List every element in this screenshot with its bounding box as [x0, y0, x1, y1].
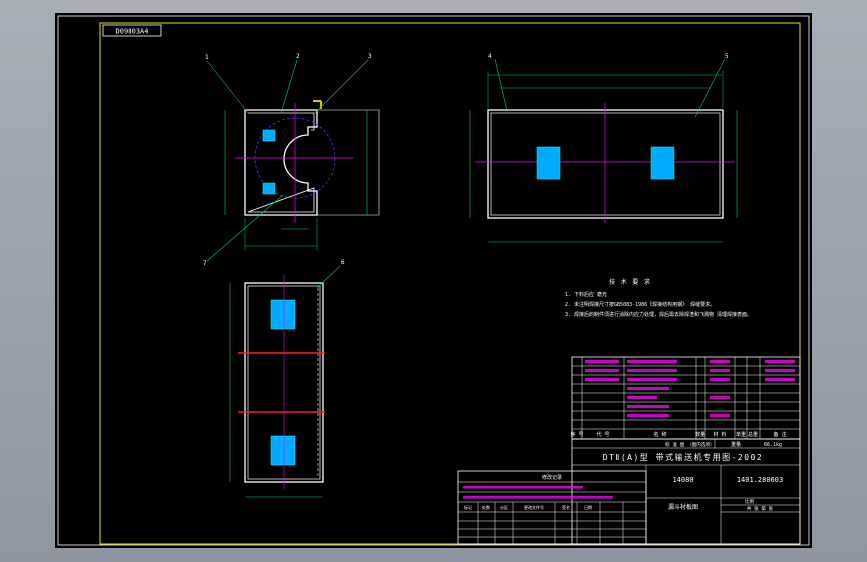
balloon-5: 5: [725, 53, 729, 60]
rev-header-doc: 更改文件号: [524, 504, 544, 510]
front-outline: [487, 109, 724, 219]
scale-label: 比例: [745, 498, 754, 505]
sheet-label: 共 张 第 张: [747, 505, 774, 512]
side-mesh-top: [270, 299, 296, 330]
plan-outline: [244, 109, 318, 216]
plan-inner-outline: [247, 112, 315, 213]
outer-frame: [57, 15, 810, 546]
note-1: 1. 下料后应 磨光: [565, 291, 607, 298]
standard-line: DTⅡ(A)型 带式输送机专用图-2002: [603, 452, 763, 462]
front-inner: [490, 112, 721, 216]
leader-2: [280, 59, 298, 114]
front-mesh-left: [536, 146, 561, 180]
notes-title: 技 术 要 求: [609, 278, 651, 286]
revision-block: 修改记录 标记 处数 分区 更改文件号 签名 日期: [457, 470, 647, 545]
parts-header-name: 名 称: [653, 431, 666, 438]
weight-value: 66.1kg: [764, 442, 782, 448]
drawing-number: D09Ⅱ03A4: [116, 28, 149, 36]
balloon-2: 2: [296, 53, 300, 60]
leader-6: [316, 265, 341, 289]
balloon-1: 1: [205, 54, 209, 61]
leader-4: [494, 58, 508, 112]
title-block: 标 准 图 （图内选项） 重量 66.1kg DTⅡ(A)型 带式输送机专用图-…: [571, 438, 801, 545]
technical-notes: 技 术 要 求 1. 下料后应 磨光 2. 未注明焊接尺寸按GB5083-198…: [565, 278, 752, 318]
leader-3: [314, 59, 369, 114]
part-balloons: 1 2 3 4 5 6 7: [203, 53, 729, 267]
product-code: 14080: [672, 476, 693, 484]
side-view: [229, 265, 341, 498]
drawing-sheet: D09Ⅱ03A4 1 2 3 4 5 6 7 技 术 要 求 1. 下料后应 磨…: [55, 13, 812, 548]
parts-header-remarks: 备 注: [773, 431, 786, 438]
rev-header-mark: 标记: [464, 504, 472, 510]
parts-header-unit-weight: 单重: [736, 431, 746, 438]
plan-mesh-1: [262, 129, 276, 142]
balloon-7: 7: [203, 260, 207, 267]
revision-title: 修改记录: [542, 474, 562, 481]
drawing-code: 1401.280603: [737, 476, 783, 484]
cad-drawing: D09Ⅱ03A4 1 2 3 4 5 6 7 技 术 要 求 1. 下料后应 磨…: [57, 15, 810, 546]
plan-flange-outline: [317, 109, 380, 216]
inner-frame: [99, 22, 801, 545]
parts-header-code: 代 号: [596, 431, 609, 438]
parts-header-no: 序 号: [570, 431, 583, 438]
rev-header-zone: 分区: [500, 504, 508, 510]
note-3: 3. 焊接后的制件须进行消除内应力处理，焊后需去除焊渣和飞溅物 清理焊接表面。: [565, 311, 752, 318]
rev-header-sign: 签名: [562, 504, 570, 510]
parts-header-material: 材 料: [713, 431, 726, 438]
parts-header-total-weight: 总重: [748, 431, 758, 438]
title-row-text: 标 准 图 （图内选项）: [665, 441, 715, 448]
parts-header-qty: 数量: [695, 431, 705, 438]
rev-header-date: 日期: [584, 504, 592, 510]
side-mesh-bottom: [270, 435, 296, 466]
plan-mesh-2: [262, 182, 276, 195]
balloon-3: 3: [368, 53, 372, 60]
part-name: 漏斗衬板图: [668, 503, 698, 511]
cad-viewport: D09Ⅱ03A4 1 2 3 4 5 6 7 技 术 要 求 1. 下料后应 磨…: [0, 0, 867, 562]
parts-list: 序 号 代 号 名 称 数量 材 料 单重 总重 备 注: [570, 356, 801, 440]
front-view: [469, 58, 738, 243]
front-mesh-right: [650, 146, 675, 180]
leader-1: [206, 60, 249, 114]
plan-view: [206, 59, 380, 262]
note-2: 2. 未注明焊接尺寸按GB5083-1986《焊接结构用钢》 焊缝要求。: [565, 301, 715, 308]
weight-label: 重量: [731, 441, 741, 448]
balloon-6: 6: [341, 259, 345, 266]
balloon-4: 4: [488, 53, 492, 60]
rev-header-count: 处数: [482, 504, 490, 510]
